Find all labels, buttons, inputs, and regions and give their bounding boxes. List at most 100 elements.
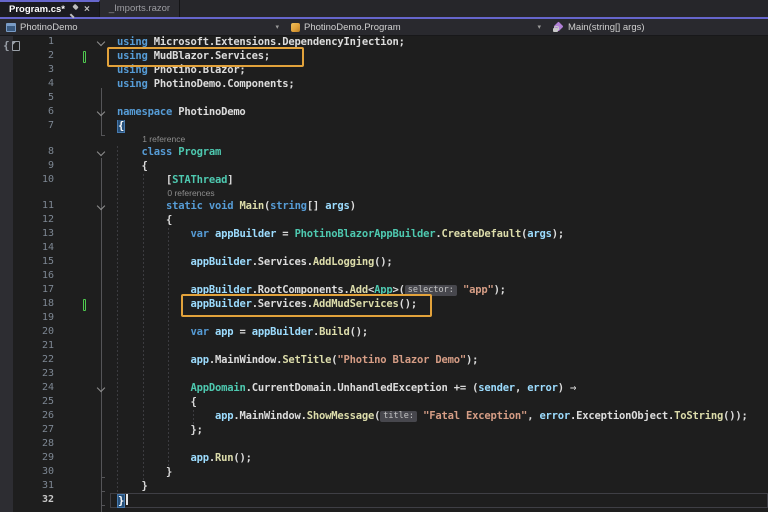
change-margin: [54, 134, 88, 146]
code-line: 8 class Program: [0, 146, 768, 160]
private-method-icon: [553, 21, 564, 32]
class-dropdown-label: PhotinoDemo.Program: [304, 21, 401, 33]
tab-program-cs[interactable]: Program.cs* ×: [0, 0, 100, 17]
code-line: 12 {: [0, 214, 768, 228]
change-margin: [54, 438, 88, 452]
member-dropdown[interactable]: Main(string[] args): [547, 19, 768, 35]
change-margin: [54, 228, 88, 242]
code-text[interactable]: appBuilder.Services.AddLogging();: [117, 256, 768, 270]
code-text[interactable]: AppDomain.CurrentDomain.UnhandledExcepti…: [117, 382, 768, 396]
change-margin: [54, 242, 88, 256]
code-line: 23: [0, 368, 768, 382]
fold-chevron-icon[interactable]: [88, 146, 117, 160]
code-text[interactable]: }: [117, 480, 768, 494]
code-text[interactable]: app.Run();: [117, 452, 768, 466]
code-line: 21: [0, 340, 768, 354]
line-number: 21: [41, 340, 54, 351]
change-margin: [54, 480, 88, 494]
line-number: 8: [47, 146, 54, 157]
lock-icon: [553, 25, 559, 32]
fold-margin: [88, 228, 117, 242]
code-line: 29 app.Run();: [0, 452, 768, 466]
code-line: 28: [0, 438, 768, 452]
code-text[interactable]: class Program: [117, 146, 768, 160]
line-number: 26: [41, 410, 54, 421]
fold-margin: [88, 214, 117, 228]
change-margin: [54, 354, 88, 368]
code-text[interactable]: [117, 270, 768, 284]
change-margin: [54, 160, 88, 174]
fold-margin: [88, 312, 117, 326]
code-text[interactable]: static void Main(string[] args): [117, 200, 768, 214]
code-text[interactable]: {: [117, 214, 768, 228]
change-margin: [54, 382, 88, 396]
fold-margin: [88, 242, 117, 256]
fold-chevron-icon[interactable]: [88, 200, 117, 214]
code-text[interactable]: }: [117, 494, 768, 508]
fold-chevron-icon[interactable]: [88, 382, 117, 396]
code-text[interactable]: [STAThread]: [117, 174, 768, 188]
close-icon[interactable]: ×: [84, 4, 90, 15]
change-margin: [54, 452, 88, 466]
line-number: 4: [47, 78, 54, 89]
line-number: 24: [41, 382, 54, 393]
code-text[interactable]: };: [117, 424, 768, 438]
code-line: 30 }: [0, 466, 768, 480]
fold-chevron-icon[interactable]: [88, 106, 117, 120]
code-text[interactable]: [117, 340, 768, 354]
code-text[interactable]: app.MainWindow.SetTitle("Photino Blazor …: [117, 354, 768, 368]
codelens-text[interactable]: 0 references: [117, 188, 768, 200]
code-text[interactable]: [117, 92, 768, 106]
code-text[interactable]: }: [117, 466, 768, 480]
code-text[interactable]: namespace PhotinoDemo: [117, 106, 768, 120]
line-number: 17: [41, 284, 54, 295]
highlight-box-addmudservices: [181, 294, 432, 317]
code-text[interactable]: {: [117, 396, 768, 410]
code-text[interactable]: using PhotinoDemo.Components;: [117, 78, 768, 92]
code-text[interactable]: [117, 438, 768, 452]
code-line: 27 };: [0, 424, 768, 438]
fold-margin: [88, 78, 117, 92]
document-structure-icon: {: [3, 39, 20, 52]
code-line: 7{: [0, 120, 768, 134]
line-number: 2: [47, 50, 54, 61]
fold-margin: [88, 438, 117, 452]
line-number: 3: [47, 64, 54, 75]
project-dropdown[interactable]: PhotinoDemo ▾: [0, 19, 285, 35]
code-text[interactable]: var app = appBuilder.Build();: [117, 326, 768, 340]
code-line: 13 var appBuilder = PhotinoBlazorAppBuil…: [0, 228, 768, 242]
pin-icon[interactable]: [70, 5, 79, 14]
change-margin: [54, 50, 88, 64]
code-text[interactable]: var appBuilder = PhotinoBlazorAppBuilder…: [117, 228, 768, 242]
change-margin: [54, 106, 88, 120]
code-editor[interactable]: { 1 using Microsoft.Extensions.Dependency…: [0, 36, 768, 512]
codelens-text[interactable]: 1 reference: [117, 134, 768, 146]
codelens-row: 1 reference: [0, 134, 768, 146]
class-dropdown[interactable]: PhotinoDemo.Program ▾: [285, 19, 547, 35]
fold-margin: [88, 354, 117, 368]
code-text[interactable]: [117, 242, 768, 256]
line-number: 30: [41, 466, 54, 477]
code-line: 4 using PhotinoDemo.Components;: [0, 78, 768, 92]
change-margin: [54, 494, 88, 508]
line-number: 9: [47, 160, 54, 171]
change-margin: [54, 188, 88, 200]
code-text[interactable]: {: [117, 160, 768, 174]
change-margin: [54, 146, 88, 160]
fold-margin: [88, 326, 117, 340]
line-number: 12: [41, 214, 54, 225]
line-number: 31: [41, 480, 54, 491]
fold-margin: [88, 160, 117, 174]
navigation-bar: PhotinoDemo ▾ PhotinoDemo.Program ▾ Main…: [0, 17, 768, 36]
tab-imports-razor[interactable]: _Imports.razor: [99, 0, 181, 17]
code-text[interactable]: app.MainWindow.ShowMessage(title: "Fatal…: [117, 410, 768, 424]
code-text[interactable]: {: [117, 120, 768, 134]
tab-bar: Program.cs* × _Imports.razor: [0, 0, 768, 17]
code-line: 14: [0, 242, 768, 256]
code-line: 20 var app = appBuilder.Build();: [0, 326, 768, 340]
code-line: 10 [STAThread]: [0, 174, 768, 188]
member-dropdown-label: Main(string[] args): [568, 21, 645, 33]
change-margin: [54, 284, 88, 298]
code-line: 16: [0, 270, 768, 284]
code-text[interactable]: [117, 368, 768, 382]
